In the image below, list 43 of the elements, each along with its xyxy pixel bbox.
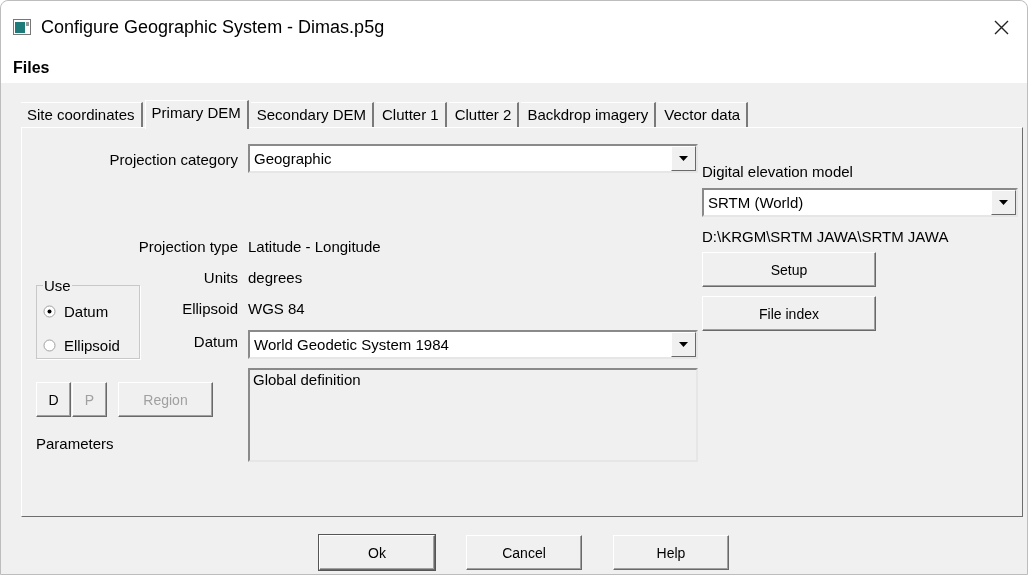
field-label: Ellipsoid xyxy=(181,299,238,319)
caret-icon xyxy=(999,200,1008,205)
group-title: Use xyxy=(43,277,72,294)
dropdown[interactable]: Geographic xyxy=(248,144,698,173)
field-value: Latitude - Longitude xyxy=(248,237,382,257)
tab[interactable]: Site coordinates xyxy=(21,102,143,127)
field-label: Units xyxy=(202,268,238,288)
description-box: Global definition xyxy=(248,368,698,462)
field-label: Digital elevation model xyxy=(702,163,854,180)
window-title: Configure Geographic System - Dimas.p5g xyxy=(41,16,386,38)
tab[interactable]: Clutter 2 xyxy=(448,102,520,127)
dropdown-button[interactable] xyxy=(991,190,1016,215)
button[interactable]: Ok xyxy=(319,535,435,570)
button[interactable]: File index xyxy=(702,296,876,331)
tab[interactable]: Backdrop imagery xyxy=(521,102,657,127)
radio-label[interactable]: Ellipsoid xyxy=(64,336,120,354)
button[interactable]: D xyxy=(36,382,71,417)
field-label: Projection type xyxy=(137,237,238,257)
radio-button[interactable] xyxy=(43,304,56,318)
section-label: Parameters xyxy=(36,435,115,452)
dropdown-button[interactable] xyxy=(671,332,696,357)
caret-icon xyxy=(679,156,688,161)
file-path: D:\KRGM\SRTM JAWA\SRTM JAWA xyxy=(702,228,950,245)
caret-icon xyxy=(679,342,688,347)
radio-button[interactable] xyxy=(43,338,56,352)
button[interactable]: Cancel xyxy=(466,535,582,570)
field-label: Projection category xyxy=(108,150,238,170)
field-label: Datum xyxy=(192,332,238,352)
tab[interactable]: Secondary DEM xyxy=(250,102,374,127)
close-icon[interactable] xyxy=(993,19,1009,35)
tab[interactable]: Clutter 1 xyxy=(375,102,447,127)
dropdown-button[interactable] xyxy=(671,146,696,171)
button[interactable]: Setup xyxy=(702,252,876,287)
tab[interactable]: Vector data xyxy=(658,102,749,127)
app-icon xyxy=(13,19,31,35)
tab[interactable]: Primary DEM xyxy=(144,100,249,129)
field-value: degrees xyxy=(248,268,304,288)
radio-label[interactable]: Datum xyxy=(64,302,109,320)
dropdown[interactable]: SRTM (World) xyxy=(702,188,1018,217)
dropdown[interactable]: World Geodetic System 1984 xyxy=(248,330,698,359)
menu-item[interactable]: Files xyxy=(13,59,56,77)
field-value: WGS 84 xyxy=(248,299,306,319)
button[interactable]: Help xyxy=(613,535,729,570)
